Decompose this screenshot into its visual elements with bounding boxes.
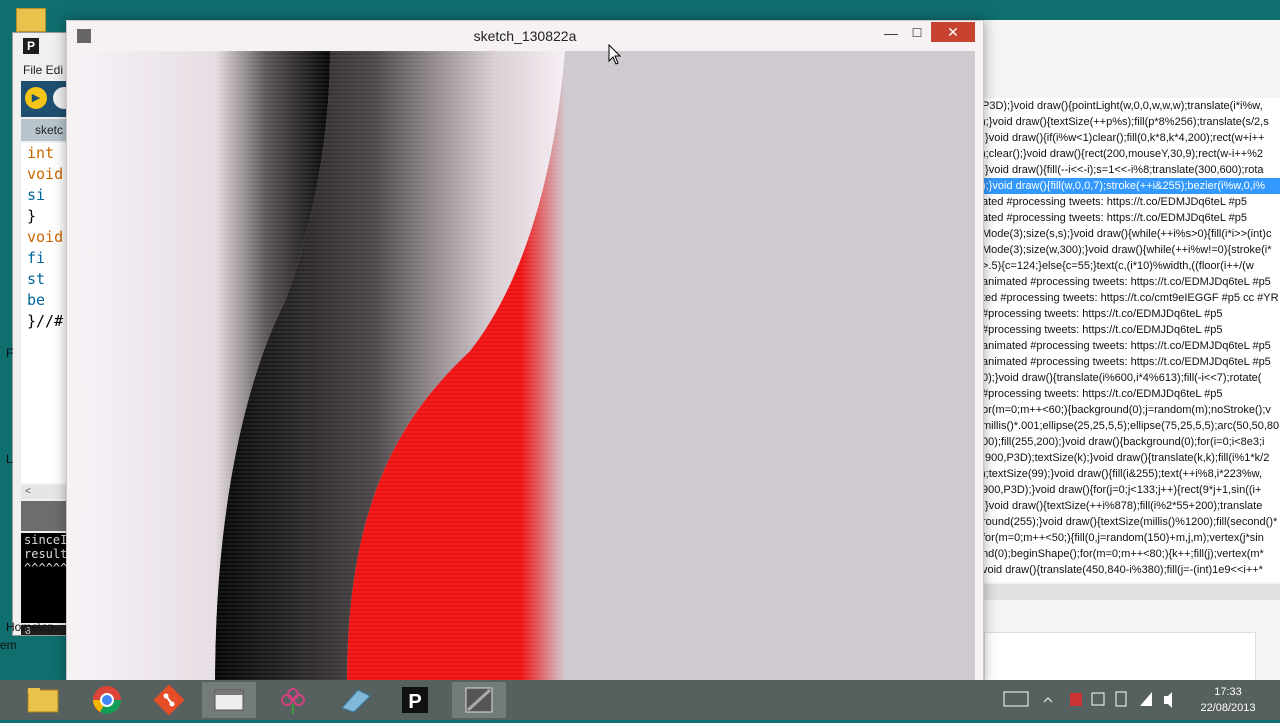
- tweet-row[interactable]: round(255);}void draw(){textSize(millis(…: [980, 514, 1280, 530]
- ide-console: sinceI result ^^^^^^: [21, 533, 71, 623]
- tweet-row[interactable]: ted #processing tweets: https://t.co/cmt…: [980, 290, 1280, 306]
- console-line: ^^^^^^: [24, 561, 68, 575]
- system-tray: [1000, 680, 1180, 720]
- taskbar: P 17:33 22/08/2013: [0, 680, 1280, 720]
- tweet-row[interactable]: );}void draw(){textSize(++p%s);fill(p*8%…: [980, 114, 1280, 130]
- tweet-row[interactable]: nd(0);beginShape();for(m=0;m++<80;){k++;…: [980, 546, 1280, 562]
- ide-sketch-tab[interactable]: sketc: [21, 119, 71, 141]
- file-explorer-icon[interactable]: [16, 682, 70, 718]
- code-line: si: [27, 186, 46, 204]
- ide-menu-bar[interactable]: File Edi: [23, 63, 63, 77]
- clock-date: 22/08/2013: [1200, 702, 1256, 714]
- code-line: void: [27, 165, 64, 183]
- tweet-scrollbar[interactable]: [980, 584, 1280, 600]
- maximize-button[interactable]: ☐: [905, 23, 929, 43]
- tweet-row[interactable]: ;}void draw(){if(i%w<1)clear();fill(0,k*…: [980, 130, 1280, 146]
- code-line: be: [27, 291, 46, 309]
- tweet-row[interactable]: );textSize(99);}void draw(){fill(i&255);…: [980, 466, 1280, 482]
- tweet-row[interactable]: animated #processing tweets: https://t.c…: [980, 274, 1280, 290]
- processing-icon[interactable]: P: [388, 682, 442, 718]
- mouse-cursor-icon: [608, 44, 622, 65]
- tweet-row[interactable]: #processing tweets: https://t.co/EDMJDq6…: [980, 322, 1280, 338]
- tweet-row[interactable]: #processing tweets: https://t.co/EDMJDq6…: [980, 306, 1280, 322]
- tweet-row[interactable]: );clear();}void draw(){rect(200,mouseY,3…: [980, 146, 1280, 162]
- processing-logo-icon: P: [23, 38, 39, 54]
- sketch-window[interactable]: sketch_130822a — ☐ ✕: [66, 20, 984, 684]
- sketch-title-bar[interactable]: sketch_130822a — ☐ ✕: [67, 21, 983, 51]
- ide-status-bar: [21, 501, 71, 531]
- tweet-row[interactable]: Mode(3);size(w,300);}void draw(){while(+…: [980, 242, 1280, 258]
- tweet-row[interactable]: ated #processing tweets: https://t.co/ED…: [980, 194, 1280, 210]
- tweet-row[interactable]: for(m=0;m++<50;){fill(0,j=random(150)+m,…: [980, 530, 1280, 546]
- tweet-row[interactable]: animated #processing tweets: https://t.c…: [980, 338, 1280, 354]
- sketch-title: sketch_130822a: [473, 28, 577, 44]
- minimize-button[interactable]: —: [879, 23, 903, 43]
- tweet-row[interactable]: #processing tweets: https://t.co/EDMJDq6…: [980, 386, 1280, 402]
- console-line: result: [24, 547, 68, 561]
- left-edge-text-f: F: [6, 346, 14, 360]
- sketch-window-icon[interactable]: [452, 682, 506, 718]
- tweet-row[interactable]: ated #processing tweets: https://t.co/ED…: [980, 210, 1280, 226]
- tweet-row[interactable]: 900,P3D);}void draw(){for(j=0;j<133;j++)…: [980, 482, 1280, 498]
- sketch-canvas-graphic: [75, 51, 975, 683]
- tweet-row[interactable]: Mode(3);size(s,s);}void draw(){while(++i…: [980, 226, 1280, 242]
- tweet-row[interactable]: animated #processing tweets: https://t.c…: [980, 354, 1280, 370]
- code-line: }//#: [27, 312, 64, 330]
- code-line: int: [27, 144, 55, 162]
- code-line: fi: [27, 249, 46, 267]
- tweet-row[interactable]: ,900,P3D);textSize(k);}void draw(){trans…: [980, 450, 1280, 466]
- ide-toolbar: ▶: [21, 81, 71, 117]
- flower-app-icon[interactable]: [266, 682, 320, 718]
- code-line: st: [27, 270, 46, 288]
- eraser-app-icon[interactable]: [328, 682, 382, 718]
- tweet-row[interactable]: or(m=0;m++<60;){background(0);j=random(m…: [980, 402, 1280, 418]
- tweet-row[interactable]: 0);}void draw(){translate(i%600,i*4%613)…: [980, 370, 1280, 386]
- tweet-row[interactable]: 00);fill(255,200);}void draw(){backgroun…: [980, 434, 1280, 450]
- tweet-row[interactable]: void draw(){translate(450,840-i%380);fil…: [980, 562, 1280, 578]
- chrome-icon[interactable]: [80, 682, 134, 718]
- folder-window-icon[interactable]: [202, 682, 256, 718]
- left-edge-text-em: em: [0, 638, 17, 652]
- ide-horizontal-scrollbar[interactable]: <: [21, 485, 71, 499]
- svg-text:P: P: [408, 691, 421, 713]
- tweet-row[interactable]: ;}void draw(){fill(--i<<-i);s=1<<-i%8;tr…: [980, 162, 1280, 178]
- code-line: }: [27, 207, 37, 225]
- sketch-canvas[interactable]: [75, 51, 975, 683]
- clock[interactable]: 17:33 22/08/2013: [1186, 684, 1270, 716]
- tweet-row[interactable]: ;}void draw(){textSize(++i%878);fill(i%2…: [980, 498, 1280, 514]
- console-line: sinceI: [24, 533, 68, 547]
- tweet-input-box[interactable]: [984, 632, 1256, 682]
- left-edge-text-l: L: [6, 452, 13, 466]
- clock-time: 17:33: [1214, 686, 1242, 698]
- code-line: void: [27, 228, 64, 246]
- tweet-row[interactable]: >.5){c=124;}else{c=55;}text(c,(i*10)%wid…: [980, 258, 1280, 274]
- tweet-row[interactable]: P3D);}void draw(){pointLight(w,0,0,w,w,w…: [980, 98, 1280, 114]
- git-icon[interactable]: [142, 682, 196, 718]
- close-button[interactable]: ✕: [931, 22, 975, 42]
- left-edge-text-home: Home\cp...: [6, 620, 65, 634]
- tweet-row[interactable]: );}void draw(){fill(w,0,0,7);stroke(++i&…: [980, 178, 1280, 194]
- tweet-list[interactable]: P3D);}void draw(){pointLight(w,0,0,w,w,w…: [980, 98, 1280, 582]
- run-button[interactable]: ▶: [25, 87, 47, 109]
- desktop-folder-icon[interactable]: [16, 8, 46, 32]
- processing-ide-window[interactable]: P File Edi ▶ sketc int void si } void fi…: [12, 32, 72, 636]
- ide-code-editor[interactable]: int void si } void fi st be }//#: [21, 143, 71, 483]
- tweet-row[interactable]: millis()*.001;ellipse(25,25,5,5);ellipse…: [980, 418, 1280, 434]
